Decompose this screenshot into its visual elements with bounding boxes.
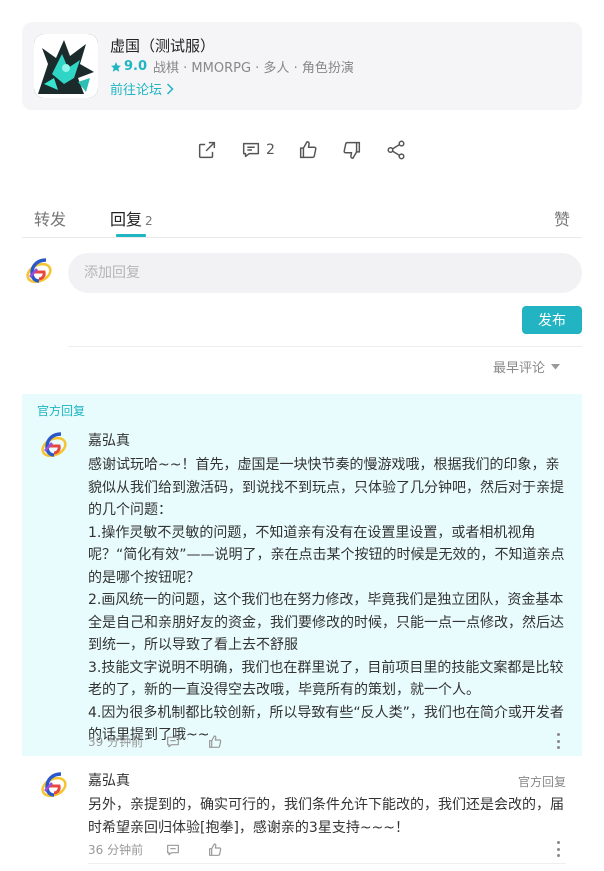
external-link-icon [198, 141, 216, 159]
thumbs-up-icon [209, 842, 222, 856]
game-tags: 战棋 · MMORPG · 多人 · 角色扮演 [153, 61, 354, 76]
star-icon [111, 61, 121, 72]
comment-icon [167, 736, 180, 747]
divider [68, 346, 582, 347]
tab-forward-label: 转发 [34, 210, 67, 229]
comment-icon [167, 844, 180, 855]
publish-button[interactable]: 发布 [522, 306, 582, 334]
official-reply-badge: 官方回复 [517, 775, 566, 789]
comment-footer: 39 分钟前 [88, 733, 249, 750]
official-reply-tag: 官方回复 [37, 404, 86, 418]
comment-icon [242, 142, 260, 158]
reply-comment-button[interactable] [165, 842, 181, 858]
chevron-right-icon [166, 82, 174, 95]
tab-like[interactable]: 赞 [554, 206, 570, 230]
post-action-bar: 2 [196, 139, 407, 161]
game-title[interactable]: 虚国（测试服） [110, 35, 215, 56]
game-meta: 9.0 战棋 · MMORPG · 多人 · 角色扮演 [110, 57, 354, 76]
divider [88, 863, 566, 864]
comment-author[interactable]: 嘉弘真 [88, 430, 130, 450]
tab-like-label: 赞 [553, 210, 570, 229]
more-options-icon[interactable] [556, 841, 560, 857]
comment-paragraph: 另外，亲提到的，确实可行的，我们条件允许下能改的，我们还是会改的，届时希望亲回归… [88, 797, 564, 836]
comment-time: 36 分钟前 [88, 843, 144, 857]
reply-comment-button[interactable] [165, 734, 181, 750]
game-rating-value: 9.0 [124, 59, 148, 74]
game-cover-image[interactable] [34, 34, 98, 98]
share-icon [387, 140, 405, 160]
game-card[interactable]: 虚国（测试服） 9.0 战棋 · MMORPG · 多人 · 角色扮演 前往论坛 [22, 22, 582, 110]
sort-dropdown[interactable]: 最早评论 [493, 357, 560, 376]
tab-forward[interactable]: 转发 [34, 206, 66, 230]
comment-count: 2 [266, 142, 275, 158]
game-rating: 9.0 [110, 59, 147, 74]
comment-paragraph: 感谢试玩哈~~！首先，虚国是一块快节奏的慢游戏哦，根据我们的印象，亲貌似从我们给… [88, 457, 564, 518]
comment-footer: 36 分钟前 [88, 841, 249, 858]
like-comment-button[interactable] [207, 842, 223, 858]
comment-body: 另外，亲提到的，确实可行的，我们条件允许下能改的，我们还是会改的，届时希望亲回归… [88, 794, 566, 839]
thumbs-up-icon [209, 734, 222, 748]
caret-down-icon [551, 363, 560, 369]
tab-reply-count: 2 [145, 214, 153, 228]
comment-time: 39 分钟前 [88, 735, 144, 749]
post-tabs: 转发 回复 2 赞 [22, 196, 582, 238]
thumbs-down-icon [343, 141, 360, 159]
avatar[interactable] [39, 770, 69, 800]
like-comment-button[interactable] [207, 734, 223, 750]
dislike-button[interactable] [341, 139, 363, 161]
share-button[interactable] [385, 139, 407, 161]
like-button[interactable] [297, 139, 319, 161]
tab-reply[interactable]: 回复 2 [110, 206, 153, 230]
reply-input[interactable] [68, 253, 582, 293]
comment-button[interactable]: 2 [240, 139, 275, 161]
thumbs-up-icon [299, 141, 317, 159]
comment-paragraph: 1.操作灵敏不灵敏的问题，不知道亲有没有在设置里设置，或者相机视角呢？“简化有效… [88, 524, 565, 586]
comment-author[interactable]: 嘉弘真 [88, 770, 130, 790]
share-external-button[interactable] [196, 139, 218, 161]
comment-paragraph: 3.技能文字说明不明确，我们也在群里说了，目前项目里的技能文案都是比较老的了，新… [88, 659, 564, 699]
tab-reply-label: 回复 [110, 210, 143, 229]
comment-body: 感谢试玩哈~~！首先，虚国是一块快节奏的慢游戏哦，根据我们的印象，亲貌似从我们给… [88, 454, 566, 747]
forum-link-label: 前往论坛 [110, 83, 163, 98]
active-tab-indicator [116, 234, 146, 237]
comment-paragraph: 2.画风统一的问题，这个我们也在努力修改，毕竟我们是独立团队，资金基本全是自己和… [88, 592, 564, 653]
more-options-icon[interactable] [556, 733, 560, 749]
current-user-avatar [24, 256, 54, 286]
avatar[interactable] [39, 430, 69, 460]
sort-label: 最早评论 [492, 361, 545, 376]
forum-link[interactable]: 前往论坛 [110, 79, 174, 98]
